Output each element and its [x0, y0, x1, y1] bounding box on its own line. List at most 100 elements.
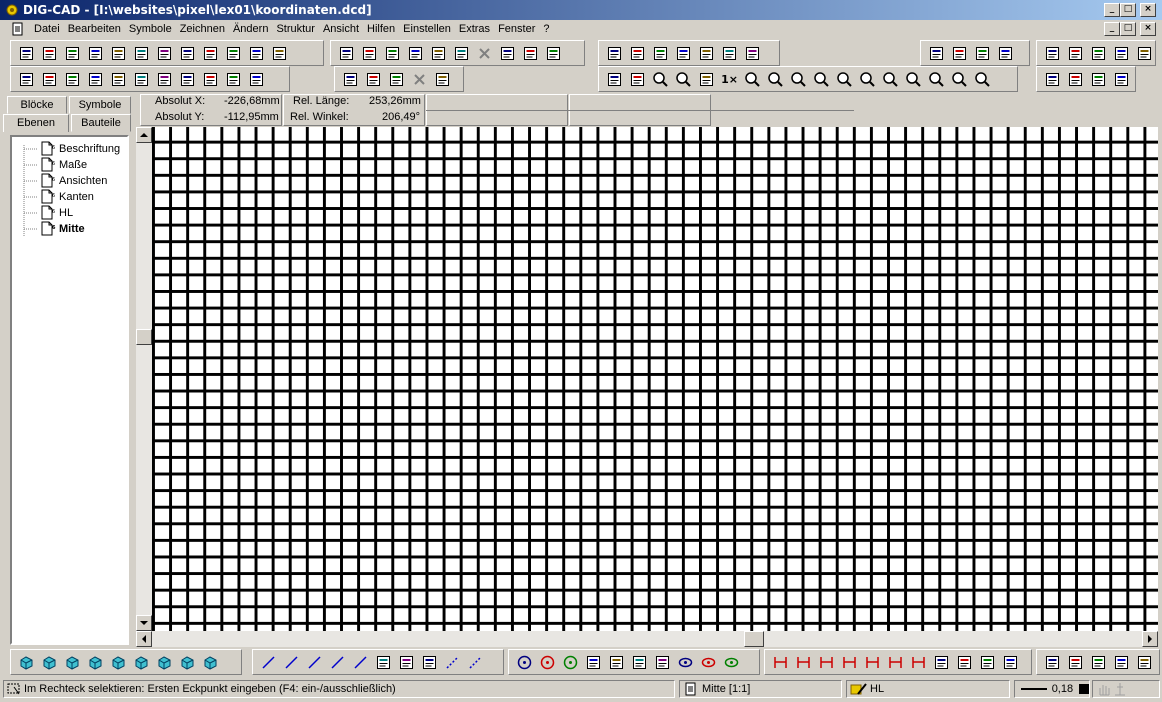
properties-icon[interactable]: [1042, 69, 1063, 90]
table-cols-icon[interactable]: [177, 69, 198, 90]
dimension-2-icon[interactable]: [793, 652, 814, 673]
block-5-icon[interactable]: [108, 652, 129, 673]
menu-item-6[interactable]: Ansicht: [319, 23, 363, 35]
slope-icon[interactable]: [1111, 652, 1132, 673]
block-2-icon[interactable]: [39, 652, 60, 673]
paste-icon[interactable]: [382, 43, 403, 64]
hatch-3-icon[interactable]: [908, 652, 929, 673]
zoom-4-icon[interactable]: [857, 69, 878, 90]
vertical-scrollbar[interactable]: [136, 127, 152, 631]
zoom-window-icon[interactable]: [673, 69, 694, 90]
image-edit-icon[interactable]: [340, 69, 361, 90]
book-icon[interactable]: [154, 43, 175, 64]
layer-item[interactable]: 6 Maße: [40, 157, 87, 172]
brush-icon[interactable]: [1065, 69, 1086, 90]
pen-icon[interactable]: [972, 43, 993, 64]
drawing-canvas[interactable]: [152, 127, 1158, 631]
arc-icon[interactable]: [583, 652, 604, 673]
copy-icon[interactable]: [359, 43, 380, 64]
radius-icon[interactable]: [977, 652, 998, 673]
status-linewidth-box[interactable]: 0,18: [1014, 680, 1090, 698]
confirm-icon[interactable]: [497, 43, 518, 64]
scroll-down-button[interactable]: [136, 615, 152, 631]
printer-icon[interactable]: [269, 43, 290, 64]
window-split-icon[interactable]: [39, 69, 60, 90]
diameter-icon[interactable]: [954, 652, 975, 673]
print-preview-icon[interactable]: [223, 43, 244, 64]
symbol-3-icon[interactable]: [1088, 652, 1109, 673]
line-cross-icon[interactable]: [304, 652, 325, 673]
pencil-2-icon[interactable]: [627, 69, 648, 90]
angle-icon[interactable]: [673, 43, 694, 64]
measure-icon[interactable]: [627, 43, 648, 64]
snap-window-icon[interactable]: [520, 43, 541, 64]
image-frame-icon[interactable]: [363, 69, 384, 90]
paste-special-icon[interactable]: [405, 43, 426, 64]
cross-move-icon[interactable]: [1134, 43, 1155, 64]
zoom-fit-icon[interactable]: [650, 69, 671, 90]
trim-icon[interactable]: [373, 652, 394, 673]
color-fill-icon[interactable]: [1042, 43, 1063, 64]
scroll-right-button[interactable]: [1142, 631, 1158, 647]
dimension-icon[interactable]: [770, 652, 791, 673]
text-style-icon[interactable]: [1088, 69, 1109, 90]
offset-icon[interactable]: [396, 652, 417, 673]
copy-window-icon[interactable]: [131, 43, 152, 64]
table-swap-icon[interactable]: [223, 69, 244, 90]
doc-restore-button[interactable]: □: [1120, 22, 1136, 36]
block-7-icon[interactable]: [154, 652, 175, 673]
line-icon[interactable]: [258, 652, 279, 673]
block-1-icon[interactable]: [16, 652, 37, 673]
hatch-2-icon[interactable]: [885, 652, 906, 673]
image-select-icon[interactable]: [386, 69, 407, 90]
menu-item-5[interactable]: Struktur: [272, 23, 319, 35]
zoom-7-icon[interactable]: [926, 69, 947, 90]
ellipse-icon[interactable]: [675, 652, 696, 673]
doc-minimize-button[interactable]: _: [1104, 22, 1120, 36]
layer-item[interactable]: 6 Kanten: [40, 189, 94, 204]
mail-icon[interactable]: [200, 43, 221, 64]
zoom-8-icon[interactable]: [949, 69, 970, 90]
grid-dots-icon[interactable]: [650, 43, 671, 64]
dashed-icon[interactable]: [442, 652, 463, 673]
block-9-icon[interactable]: [200, 652, 221, 673]
symbol-1-icon[interactable]: [1042, 652, 1063, 673]
point-label-icon[interactable]: [432, 69, 453, 90]
circle-center-icon[interactable]: [514, 652, 535, 673]
dashed-2-icon[interactable]: [465, 652, 486, 673]
table-grid-icon[interactable]: [131, 69, 152, 90]
document-icon[interactable]: [10, 21, 26, 37]
line-2-icon[interactable]: [281, 652, 302, 673]
palette-icon[interactable]: [1111, 69, 1132, 90]
arc-4-icon[interactable]: [652, 652, 673, 673]
arrow-left-icon[interactable]: [108, 69, 129, 90]
table-swap-2-icon[interactable]: [246, 69, 267, 90]
table-rows-icon[interactable]: [154, 69, 175, 90]
menu-item-3[interactable]: Zeichnen: [176, 23, 229, 35]
zoom-out-icon[interactable]: [765, 69, 786, 90]
dimension-3-icon[interactable]: [816, 652, 837, 673]
parallel-icon[interactable]: [327, 652, 348, 673]
tab-symbole[interactable]: Symbole: [69, 96, 131, 114]
tab-bloecke[interactable]: Blöcke: [7, 96, 67, 114]
zoom-all-icon[interactable]: [972, 69, 993, 90]
frame-icon[interactable]: [931, 652, 952, 673]
zoom-3-icon[interactable]: [834, 69, 855, 90]
arc-dimension-icon[interactable]: [1000, 652, 1021, 673]
minimize-button[interactable]: _: [1104, 3, 1120, 17]
menu-item-4[interactable]: Ändern: [229, 23, 272, 35]
symbol-tool-icon[interactable]: [1112, 682, 1128, 696]
table-move-icon[interactable]: [200, 69, 221, 90]
triangle-icon[interactable]: [1134, 652, 1155, 673]
open-doc-icon[interactable]: [177, 43, 198, 64]
arc-2-icon[interactable]: [606, 652, 627, 673]
plugin-icon[interactable]: [742, 43, 763, 64]
angle-2-icon[interactable]: [696, 43, 717, 64]
open-folder-2-icon[interactable]: [62, 43, 83, 64]
menu-item-7[interactable]: Hilfen: [363, 23, 399, 35]
vertical-scroll-thumb[interactable]: [136, 329, 152, 345]
horizontal-scrollbar[interactable]: [136, 631, 1158, 647]
block-6-icon[interactable]: [131, 652, 152, 673]
block-3-icon[interactable]: [62, 652, 83, 673]
menu-item-11[interactable]: ?: [539, 23, 553, 35]
